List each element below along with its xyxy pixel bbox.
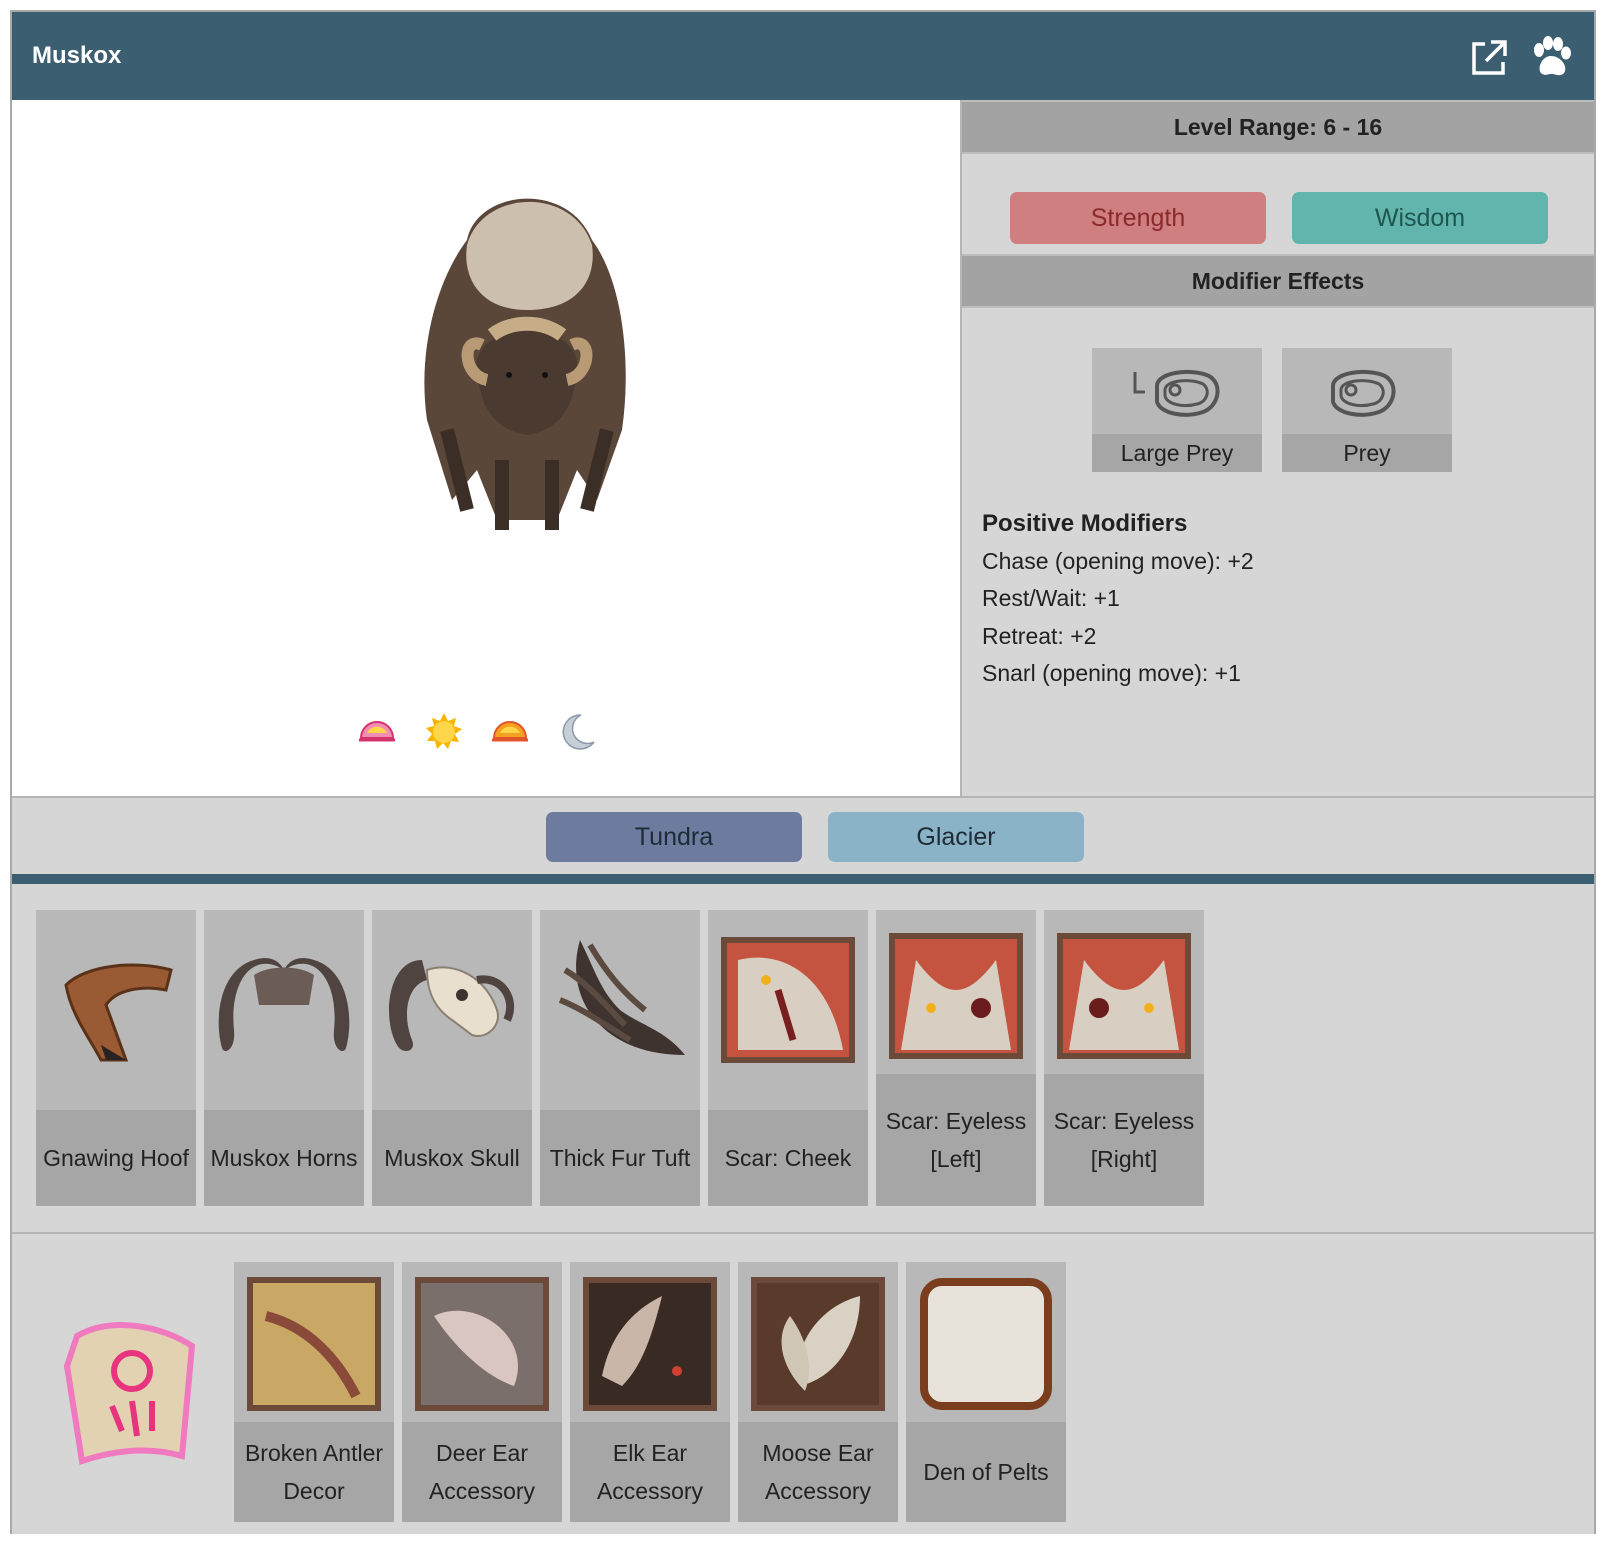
reward-label: Elk Ear Accessory [570, 1422, 730, 1522]
positive-modifiers-heading: Positive Modifiers [982, 510, 1188, 537]
horns-icon [218, 958, 350, 1051]
skull-icon [389, 960, 515, 1052]
reward-item[interactable]: Den of Pelts [906, 1262, 1066, 1522]
hoof-icon [64, 963, 173, 1062]
wisdom-button[interactable]: Wisdom [1292, 192, 1548, 244]
drop-item[interactable]: Scar: Cheek [708, 910, 868, 1206]
scar-eyeless-left-icon [889, 933, 1023, 1059]
large-prey-label: Large Prey [1092, 434, 1262, 472]
modifier-line: Retreat: +2 [982, 623, 1097, 649]
creature-portrait-panel [12, 100, 962, 796]
elk-ear-icon [583, 1277, 717, 1411]
drop-label: Muskox Skull [372, 1110, 532, 1206]
rewards-section: Broken Antler Decor Deer Ear Accessory E… [12, 1234, 1594, 1534]
modifier-line: Snarl (opening move): +1 [982, 660, 1241, 686]
drop-item[interactable]: Muskox Horns [204, 910, 364, 1206]
modifier-effects-heading: Modifier Effects [962, 254, 1594, 308]
creature-name: Muskox [32, 42, 122, 69]
muskox-illustration [424, 198, 626, 530]
deer-ear-icon [415, 1277, 549, 1411]
prey-modifier[interactable]: Prey [1282, 348, 1452, 472]
paw-icon[interactable] [1529, 36, 1573, 80]
scroll-icon[interactable] [52, 1306, 212, 1476]
reward-label: Broken Antler Decor [234, 1422, 394, 1522]
reward-item[interactable]: Broken Antler Decor [234, 1262, 394, 1522]
drops-section: Gnawing Hoof Muskox Horns Muskox Skull T… [12, 884, 1594, 1234]
fur-tuft-icon [558, 940, 685, 1055]
prey-icon [1331, 369, 1396, 417]
drop-label: Scar: Eyeless [Left] [876, 1074, 1036, 1206]
scar-cheek-icon [721, 937, 855, 1063]
drop-item[interactable]: Scar: Eyeless [Right] [1044, 910, 1204, 1206]
drop-label: Muskox Horns [204, 1110, 364, 1206]
drop-item[interactable]: Gnawing Hoof [36, 910, 196, 1206]
drop-label: Thick Fur Tuft [540, 1110, 700, 1206]
reward-label: Den of Pelts [906, 1422, 1066, 1522]
drop-item[interactable]: Muskox Skull [372, 910, 532, 1206]
dawn-icon [359, 721, 395, 742]
stats-panel: Level Range: 6 - 16 Strength Wisdom Modi… [962, 100, 1594, 796]
reward-label: Deer Ear Accessory [402, 1422, 562, 1522]
biome-bar: Tundra Glacier [12, 796, 1594, 874]
modifier-line: Chase (opening move): +2 [982, 548, 1254, 574]
drop-item[interactable]: Scar: Eyeless [Left] [876, 910, 1036, 1206]
moose-ear-icon [751, 1277, 885, 1411]
reward-item[interactable]: Moose Ear Accessory [738, 1262, 898, 1522]
section-divider [12, 874, 1594, 884]
dusk-icon [492, 721, 528, 742]
drop-item[interactable]: Thick Fur Tuft [540, 910, 700, 1206]
strength-button[interactable]: Strength [1010, 192, 1266, 244]
reward-item[interactable]: Deer Ear Accessory [402, 1262, 562, 1522]
den-of-pelts-icon [920, 1278, 1052, 1410]
biome-tundra-button[interactable]: Tundra [546, 812, 802, 862]
external-link-icon[interactable] [1469, 38, 1509, 78]
large-prey-icon [1133, 369, 1220, 417]
night-icon [562, 714, 595, 750]
title-bar: Muskox [12, 12, 1594, 100]
large-prey-modifier[interactable]: Large Prey [1092, 348, 1262, 472]
level-range: Level Range: 6 - 16 [962, 100, 1594, 154]
modifier-line: Rest/Wait: +1 [982, 585, 1120, 611]
drop-label: Gnawing Hoof [36, 1110, 196, 1206]
biome-glacier-button[interactable]: Glacier [828, 812, 1084, 862]
drop-label: Scar: Cheek [708, 1110, 868, 1206]
reward-label: Moose Ear Accessory [738, 1422, 898, 1522]
day-icon [426, 713, 462, 749]
antler-decor-icon [247, 1277, 381, 1411]
creature-card: Muskox Level Range: 6 - 16 Strength Wisd… [10, 10, 1596, 1534]
drop-label: Scar: Eyeless [Right] [1044, 1074, 1204, 1206]
reward-item[interactable]: Elk Ear Accessory [570, 1262, 730, 1522]
prey-label: Prey [1282, 434, 1452, 472]
scar-eyeless-right-icon [1057, 933, 1191, 1059]
